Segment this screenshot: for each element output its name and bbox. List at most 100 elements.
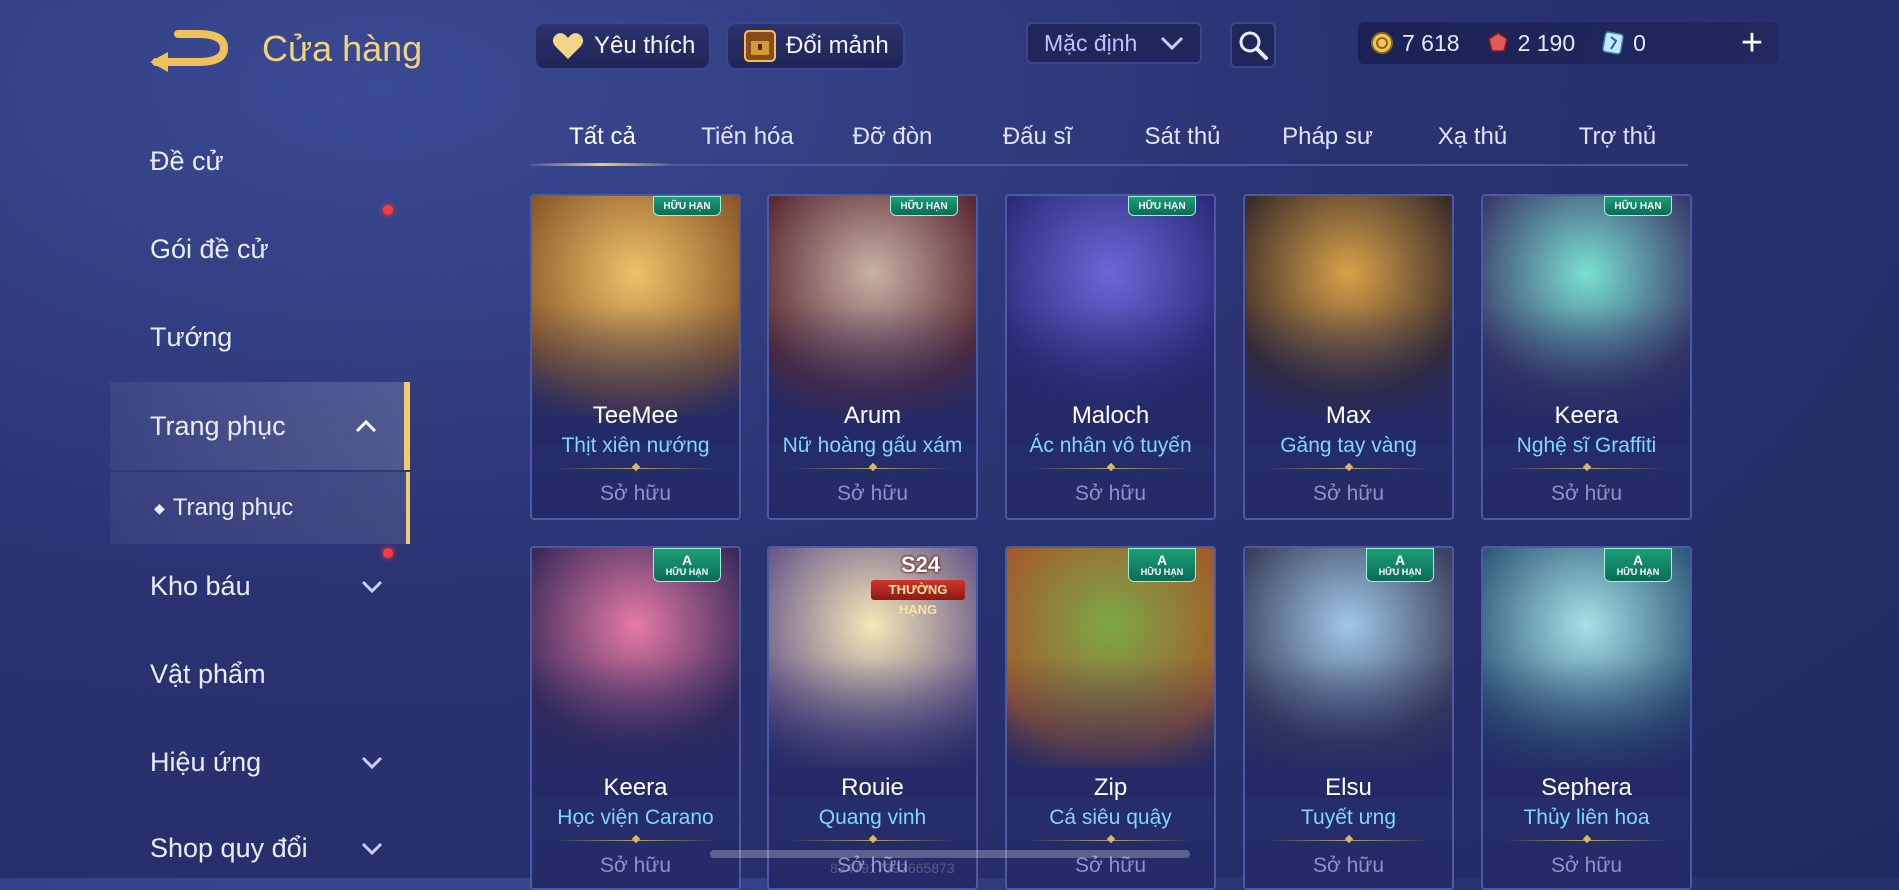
tab-marksman[interactable]: Xạ thủ [1400,110,1545,164]
limited-badge: A HỮU HẠN [1604,548,1672,582]
owned-status: Sở hữu [1312,854,1385,877]
skin-card[interactable]: S24 THƯỜNG HẠNG Rouie Quang vinh Sở hữu [767,546,978,890]
divider [554,468,717,469]
limited-label: HỮU HẠN [1138,200,1186,212]
limited-label: HỮU HẠN [665,567,709,577]
favorites-label: Yêu thích [594,32,696,59]
owned-status: Sở hữu [1550,854,1623,877]
sidebar-item-label: Trang phục [172,494,294,521]
divider [1505,840,1668,841]
skin-card[interactable]: HỮU HẠN Maloch Ác nhân vô tuyến Sở hữu [1005,194,1216,520]
sort-select[interactable]: Mặc định [1026,22,1202,64]
skin-card[interactable]: HỮU HẠN Arum Nữ hoàng gấu xám Sở hữu [767,194,978,520]
heart-icon [550,28,586,64]
skin-card[interactable]: HỮU HẠN TeeMee Thịt xiên nướng Sở hữu [530,194,741,520]
sidebar-item-heroes[interactable]: Tướng [110,301,410,373]
sidebar-item-label: Gói đề cử [150,233,269,264]
hero-name: Keera [603,774,668,801]
add-currency-button[interactable]: + [1734,22,1770,64]
season-label: S24 [901,552,941,577]
favorites-button[interactable]: Yêu thích [534,22,712,70]
skin-card[interactable]: A HỮU HẠN Sephera Thủy liên hoa Sở hữu [1481,546,1692,890]
owned-status: Sở hữu [836,482,909,505]
sidebar-item-label: Kho báu [150,570,251,601]
chevron-down-icon [361,580,383,594]
skin-name: Cá siêu quậy [1049,806,1172,829]
skin-name: Thủy liên hoa [1523,806,1650,829]
season-ranked-emblem: S24 THƯỜNG HẠNG [871,550,965,617]
limited-badge: HỮU HẠN [653,196,721,216]
skin-name: Tuyết ưng [1301,806,1396,829]
limited-badge: A HỮU HẠN [1128,548,1196,582]
ticket-value: 0 [1633,29,1646,56]
chevron-down-icon [361,756,383,770]
search-button[interactable] [1230,22,1276,68]
skin-card[interactable]: A HỮU HẠN Elsu Tuyết ưng Sở hữu [1243,546,1454,890]
tab-tank[interactable]: Đỡ đòn [820,110,965,164]
skin-name: Học viện Carano [557,806,714,829]
limited-badge: A HỮU HẠN [1366,548,1434,582]
ranked-label: THƯỜNG HẠNG [871,580,965,617]
page-title: Cửa hàng [262,28,423,69]
treasure-chest-icon [742,28,778,64]
sidebar-item-skins[interactable]: Trang phục [110,382,410,470]
sort-select-value: Mặc định [1044,29,1138,56]
ticket-balance: 0 [1601,30,1646,57]
tab-fighter[interactable]: Đấu sĩ [965,110,1110,164]
rank-label: A [1156,552,1168,568]
hero-name: Max [1325,402,1372,429]
rank-label: A [1394,552,1406,568]
divider [791,468,954,469]
limited-label: HỮU HẠN [1140,567,1184,577]
hero-name: Rouie [841,774,904,801]
tab-support[interactable]: Trợ thủ [1545,110,1690,164]
hero-name: Sephera [1541,774,1632,801]
skin-card[interactable]: A HỮU HẠN Keera Học viện Carano Sở hữu [530,546,741,890]
user-id-watermark: 8347917393665873 [830,860,955,876]
skin-name: Thịt xiên nướng [561,434,710,457]
tab-all[interactable]: Tất cả [530,110,675,166]
tab-assassin[interactable]: Sát thủ [1110,110,1255,164]
exchange-shards-button[interactable]: Đổi mảnh [726,22,905,70]
back-button[interactable] [150,28,230,72]
hero-name: Arum [843,402,902,429]
coin-balance: 7 618 [1370,30,1460,57]
limited-label: HỮU HẠN [1614,200,1662,212]
sidebar-item-exchange-shop[interactable]: Shop quy đổi [110,812,410,884]
currency-bar: 7 618 2 190 0 [1358,22,1778,64]
limited-label: HỮU HẠN [900,200,948,212]
sidebar-item-items[interactable]: Vật phẩm [110,638,410,710]
divider [1267,840,1430,841]
owned-status: Sở hữu [1074,482,1147,505]
skin-card[interactable]: A HỮU HẠN Zip Cá siêu quậy Sở hữu [1005,546,1216,890]
limited-label: HỮU HẠN [1378,567,1422,577]
sidebar-item-recommended[interactable]: Đề cử [110,125,410,197]
skin-card[interactable]: HỮU HẠN Keera Nghệ sĩ Graffiti Sở hữu [1481,194,1692,520]
divider [1029,468,1192,469]
sidebar-item-recommended-packs[interactable]: Gói đề cử [110,205,410,285]
limited-badge: HỮU HẠN [1604,196,1672,216]
tab-mage[interactable]: Pháp sư [1255,110,1400,164]
sidebar-item-label: Hiệu ứng [150,746,262,777]
exchange-shards-label: Đổi mảnh [786,32,889,59]
sidebar-subitem-skins[interactable]: ◆ Trang phục [110,472,410,544]
sidebar-item-label: Vật phẩm [150,658,266,689]
gem-balance: 2 190 [1486,29,1576,57]
limited-label: HỮU HẠN [663,200,711,212]
owned-status: Sở hữu [599,854,672,877]
scroll-indicator[interactable] [710,850,1190,858]
plus-icon: + [1740,21,1764,64]
divider [1505,468,1668,469]
sidebar-item-label: Đề cử [150,145,224,176]
sidebar-item-treasure[interactable]: Kho báu [110,548,410,622]
ticket-icon [1602,31,1624,55]
sidebar-item-effects[interactable]: Hiệu ứng [110,726,410,798]
chevron-up-icon [355,419,377,433]
tab-evolution[interactable]: Tiến hóa [675,110,820,164]
limited-badge: A HỮU HẠN [653,548,721,582]
notification-dot [383,548,393,558]
limited-badge: HỮU HẠN [1128,196,1196,216]
skin-card[interactable]: Max Găng tay vàng Sở hữu [1243,194,1454,520]
gem-value: 2 190 [1517,29,1576,56]
owned-status: Sở hữu [1312,482,1385,505]
